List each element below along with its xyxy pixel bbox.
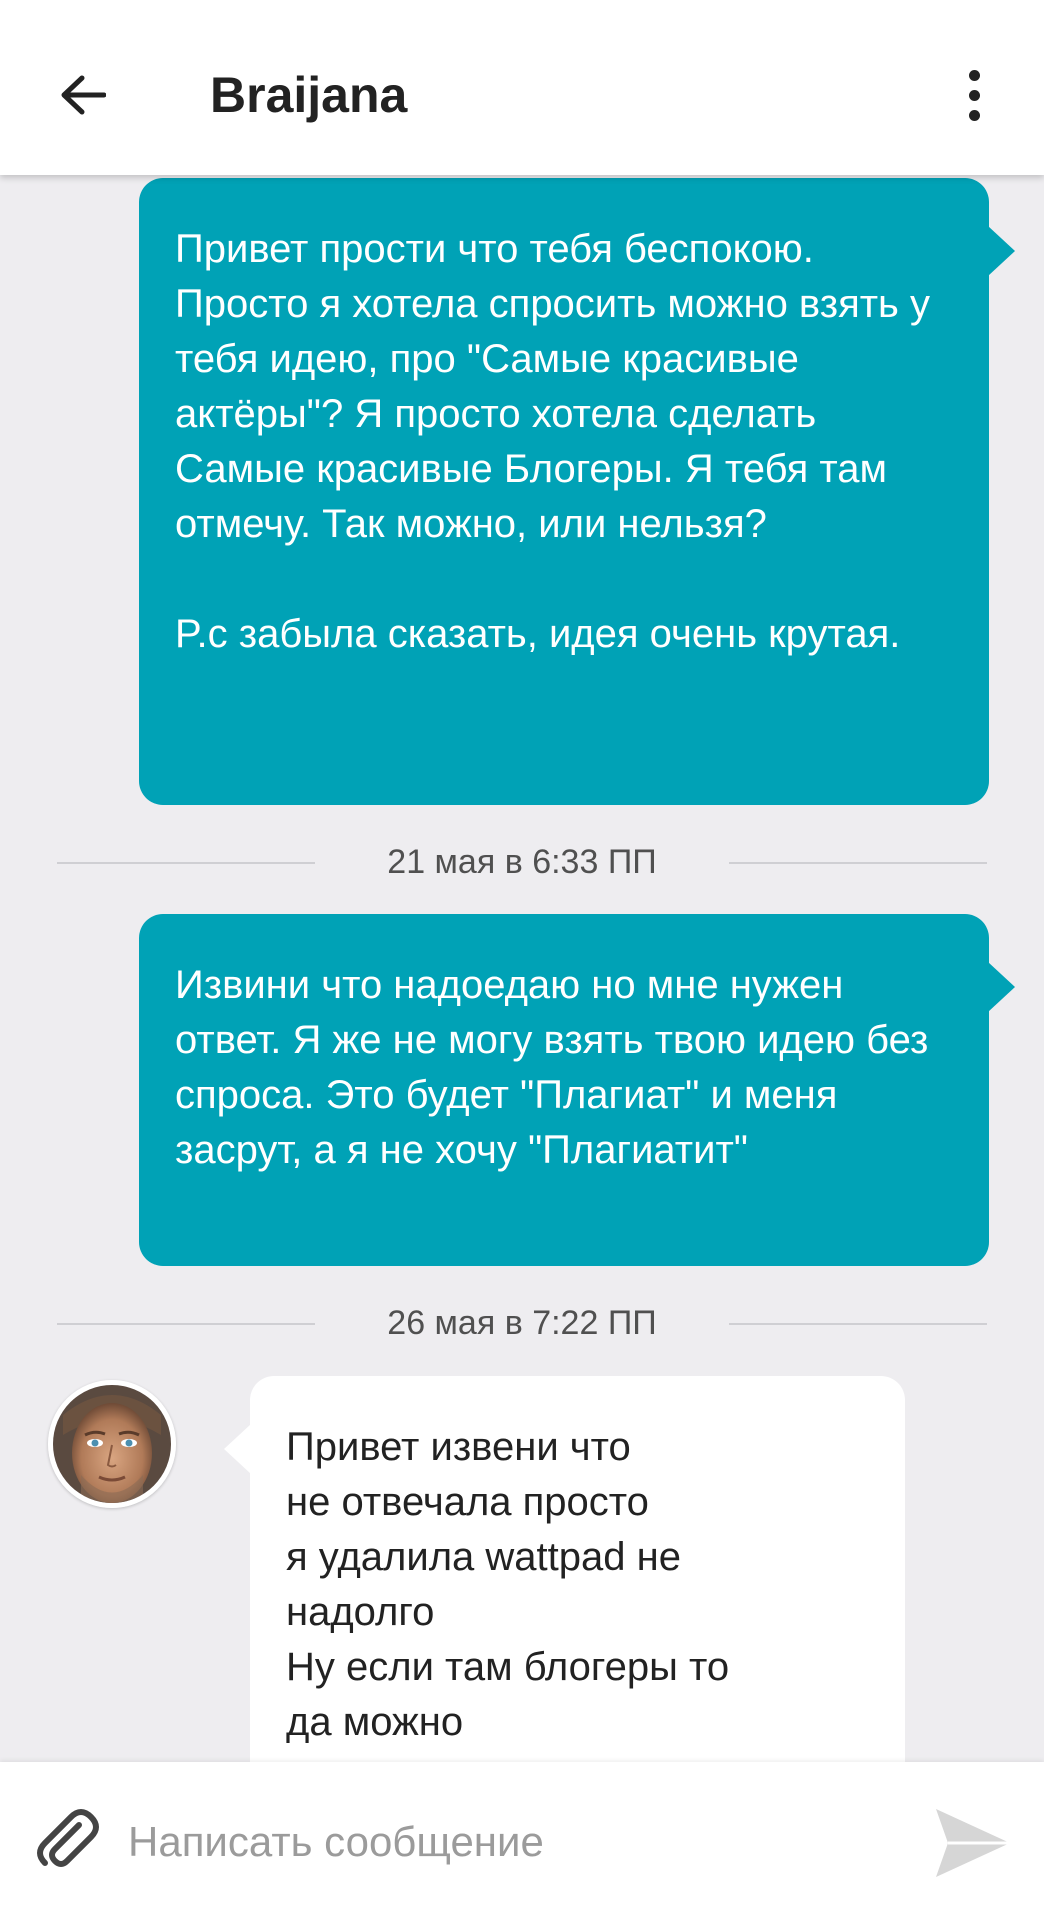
divider	[57, 1323, 315, 1325]
date-separator: 26 мая в 7:22 ПП	[0, 1303, 1044, 1343]
send-icon	[936, 1809, 1010, 1877]
divider	[729, 862, 987, 864]
arrow-left-icon	[61, 75, 106, 115]
more-options-button[interactable]	[952, 62, 996, 128]
paperclip-icon	[37, 1809, 99, 1867]
divider	[57, 862, 315, 864]
message-composer	[0, 1762, 1044, 1920]
outgoing-message[interactable]: Извини что надоедаю но мне нужен ответ. …	[139, 914, 1015, 1266]
date-label: 26 мая в 7:22 ПП	[387, 1304, 657, 1342]
send-button[interactable]	[928, 1798, 1018, 1888]
more-vertical-icon	[968, 69, 980, 81]
contact-name: Braijana	[210, 67, 408, 123]
divider	[729, 1323, 987, 1325]
outgoing-message[interactable]: Привет прости что тебя беспокою. Просто …	[139, 178, 1015, 805]
chat-header: Braijana	[0, 0, 1044, 175]
attach-button[interactable]	[26, 1798, 106, 1878]
avatar-image	[53, 1385, 171, 1503]
contact-avatar[interactable]	[48, 1380, 176, 1508]
back-button[interactable]	[48, 60, 118, 130]
date-separator: 21 мая в 6:33 ПП	[0, 842, 1044, 882]
date-label: 21 мая в 6:33 ПП	[387, 843, 657, 881]
message-input[interactable]	[128, 1802, 888, 1882]
